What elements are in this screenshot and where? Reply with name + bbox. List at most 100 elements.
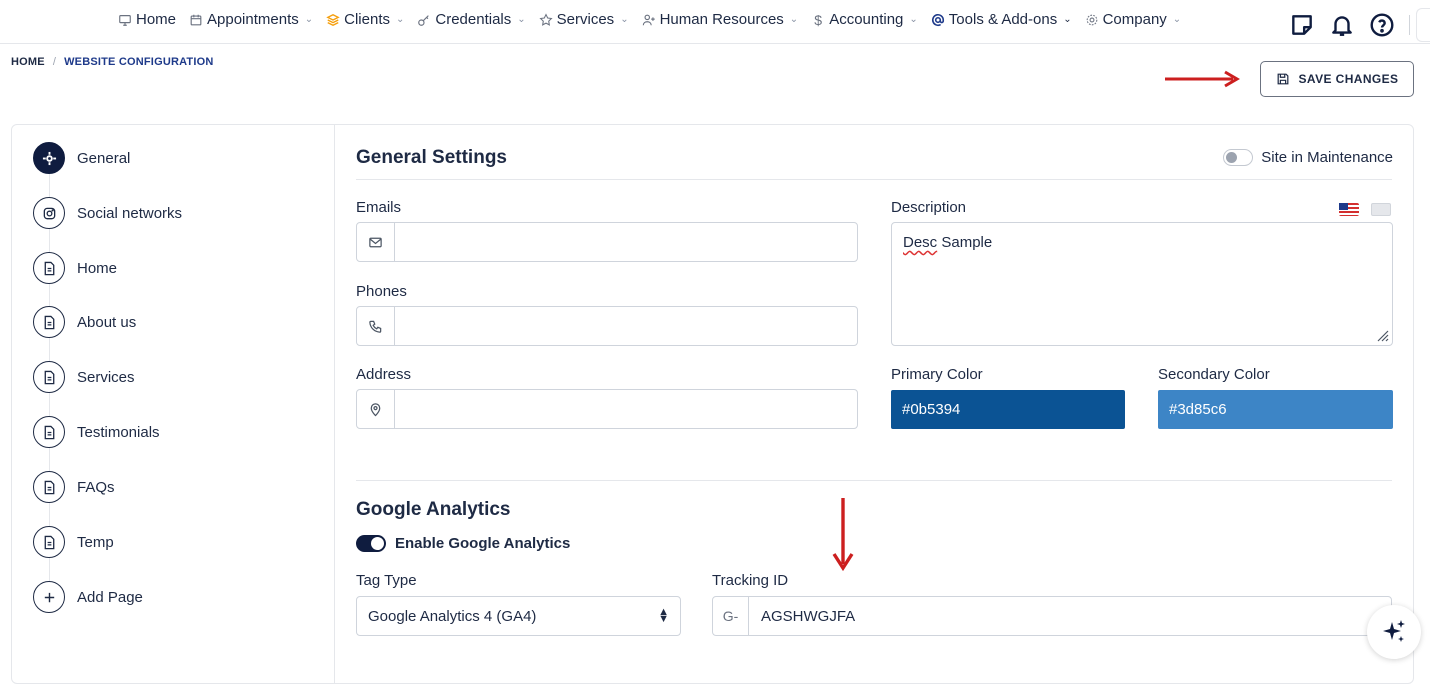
nav-item-services[interactable]: Services ⌄ xyxy=(539,11,629,28)
emails-field xyxy=(356,222,858,262)
plus-icon xyxy=(44,592,54,602)
address-addon xyxy=(357,390,395,428)
breadcrumb: HOME / WEBSITE CONFIGURATION xyxy=(11,56,214,68)
nav-menu: Home Appointments ⌄ Clients ⌄ Credential… xyxy=(118,11,1194,28)
tag-type-select[interactable]: Google Analytics 4 (GA4) ▲ ▼ xyxy=(356,596,681,636)
tag-type-label: Tag Type xyxy=(356,572,417,589)
chevron-down-icon: ⌄ xyxy=(1063,14,1072,25)
help-icon[interactable] xyxy=(1369,12,1395,38)
monitor-icon xyxy=(119,14,131,26)
nav-item-credentials[interactable]: Credentials ⌄ xyxy=(417,11,526,28)
breadcrumb-home[interactable]: HOME xyxy=(11,56,45,68)
chevron-down-icon: ⌄ xyxy=(789,14,799,25)
annotation-arrow-right xyxy=(1165,70,1240,88)
bell-icon[interactable] xyxy=(1329,12,1355,38)
description-textarea[interactable]: Desc Sample xyxy=(891,222,1393,346)
settings-card: General Social networks Home About us Se xyxy=(11,124,1414,684)
sidebar-item-label: FAQs xyxy=(77,478,115,496)
save-button-label: SAVE CHANGES xyxy=(1298,72,1399,86)
breadcrumb-separator: / xyxy=(52,56,57,68)
sidebar-item-label: Social networks xyxy=(77,204,183,222)
phones-input[interactable] xyxy=(395,307,857,345)
maintenance-toggle[interactable] xyxy=(1223,149,1254,166)
phone-addon xyxy=(357,307,395,345)
emails-input[interactable] xyxy=(395,223,857,261)
description-misspelled-word: Desc xyxy=(903,234,938,251)
sidebar-item-icon xyxy=(33,526,65,558)
sidebar-item-home[interactable]: Home xyxy=(33,252,117,284)
sidebar-item-temp[interactable]: Temp xyxy=(33,526,114,558)
nav-item-human-resources[interactable]: Human Resources ⌄ xyxy=(642,11,799,28)
nav-item-company[interactable]: Company ⌄ xyxy=(1085,11,1182,28)
avatar[interactable] xyxy=(1416,8,1430,42)
email-addon xyxy=(357,223,395,261)
sidebar-item-faqs[interactable]: FAQs xyxy=(33,471,115,503)
sidebar-item-label: Temp xyxy=(77,533,114,551)
enable-analytics-label: Enable Google Analytics xyxy=(395,535,571,552)
tag-type-value: Google Analytics 4 (GA4) xyxy=(368,607,537,625)
nav-item-label: Company xyxy=(1102,11,1167,28)
chevron-down-icon: ⌄ xyxy=(517,14,526,25)
section-divider xyxy=(356,179,1392,180)
emails-label: Emails xyxy=(356,199,402,216)
chevron-down-icon: ⌄ xyxy=(396,14,405,25)
instagram-icon xyxy=(43,207,55,219)
chevron-down-icon: ⌄ xyxy=(620,14,629,25)
sparkle-icon xyxy=(1383,620,1405,642)
language-flag-icon[interactable] xyxy=(1371,203,1391,216)
enable-analytics-toggle[interactable] xyxy=(356,535,386,552)
tracking-id-input[interactable] xyxy=(749,597,1391,635)
sidebar-item-label: About us xyxy=(77,313,137,331)
maintenance-toggle-row[interactable]: Site in Maintenance xyxy=(1223,149,1393,166)
general-settings-title: General Settings xyxy=(356,147,507,168)
phone-icon xyxy=(369,320,382,333)
sort-caret-icon: ▲ ▼ xyxy=(658,606,669,625)
save-button[interactable]: SAVE CHANGES xyxy=(1260,61,1414,97)
nav-item-label: Services xyxy=(556,11,615,28)
nav-item-tools-addons[interactable]: Tools & Add-ons ⌄ xyxy=(931,11,1072,28)
sidebar-item-icon xyxy=(33,581,65,613)
layers-icon xyxy=(326,13,340,26)
address-input[interactable] xyxy=(395,390,857,428)
sidebar-item-label: Add Page xyxy=(77,588,143,606)
dollar-icon: $ xyxy=(814,11,823,28)
at-icon xyxy=(931,13,944,26)
chevron-down-icon: ⌄ xyxy=(1172,14,1182,25)
description-text: Sample xyxy=(937,234,993,251)
document-icon xyxy=(44,480,54,494)
nav-item-label: Clients xyxy=(344,11,390,28)
sidebar-item-add-page[interactable]: Add Page xyxy=(33,581,143,613)
section-divider xyxy=(356,480,1392,481)
note-icon[interactable] xyxy=(1289,12,1315,38)
sidebar-item-services[interactable]: Services xyxy=(33,361,135,393)
address-label: Address xyxy=(356,366,412,383)
nav-item-appointments[interactable]: Appointments ⌄ xyxy=(189,11,313,28)
nav-item-clients[interactable]: Clients ⌄ xyxy=(326,11,404,28)
document-icon xyxy=(44,315,54,329)
secondary-color-label: Secondary Color xyxy=(1158,366,1270,383)
sidebar-item-icon xyxy=(33,361,65,393)
sidebar-item-icon xyxy=(33,416,65,448)
primary-color-picker[interactable]: #0b5394 xyxy=(891,390,1125,429)
ai-assistant-button[interactable] xyxy=(1367,605,1421,659)
sidebar-item-about-us[interactable]: About us xyxy=(33,306,136,338)
sidebar-item-icon xyxy=(33,252,65,284)
sidebar-item-label: Testimonials xyxy=(77,423,160,441)
address-field xyxy=(356,389,858,429)
sidebar-item-social-networks[interactable]: Social networks xyxy=(33,197,182,229)
floppy-disk-icon xyxy=(1277,73,1288,85)
resize-grip-icon[interactable] xyxy=(1375,328,1389,342)
secondary-color-picker[interactable]: #3d85c6 xyxy=(1158,390,1393,429)
nav-item-accounting[interactable]: $ Accounting ⌄ xyxy=(811,11,918,28)
nav-item-label: Tools & Add-ons xyxy=(948,11,1058,28)
nav-item-home[interactable]: Home xyxy=(118,11,176,28)
maintenance-label: Site in Maintenance xyxy=(1261,149,1393,166)
sidebar-item-general[interactable]: General xyxy=(33,142,130,174)
phones-field xyxy=(356,306,858,346)
nav-item-label: Human Resources xyxy=(659,11,784,28)
sidebar-item-testimonials[interactable]: Testimonials xyxy=(33,416,160,448)
sidebar-item-label: Services xyxy=(77,368,135,386)
star-icon xyxy=(539,12,553,26)
us-flag-icon[interactable] xyxy=(1339,203,1359,216)
enable-analytics-row[interactable]: Enable Google Analytics xyxy=(356,535,570,552)
